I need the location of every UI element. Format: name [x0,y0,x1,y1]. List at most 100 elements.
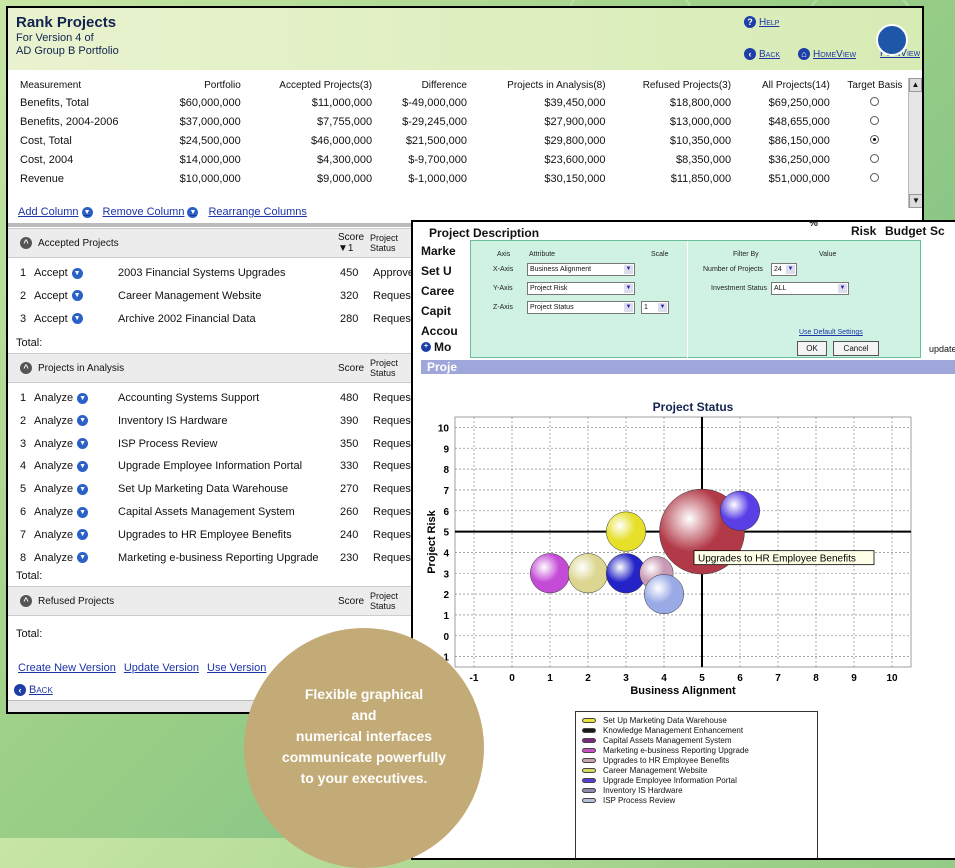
use-default-settings-link[interactable]: Use Default Settings [799,329,863,336]
project-row-label[interactable]: Set U [421,264,452,278]
project-action-dropdown[interactable]: Accept ▼ [34,267,83,279]
chart-bubble[interactable] [567,553,609,594]
project-row-label[interactable]: Marke [421,244,456,258]
project-action-dropdown[interactable]: Analyze ▼ [34,483,89,495]
measurement-column-header[interactable]: Difference [376,78,471,93]
target-basis-radio[interactable] [870,134,880,144]
more-link[interactable]: + Mo [421,340,451,354]
project-description-column[interactable]: Project Description [429,226,539,240]
schedule-column[interactable]: Sc [930,224,945,238]
chart-bubble[interactable] [643,574,685,615]
y-tick-label: 2 [443,590,449,601]
target-basis-radio[interactable] [870,96,880,106]
project-row-label[interactable]: Accou [421,324,458,338]
measurement-cell-accepted: $9,000,000 [317,172,373,185]
project-action-dropdown[interactable]: Analyze ▼ [34,506,89,518]
marketing-callout: Flexible graphical and numerical interfa… [244,628,484,868]
chart-bubble[interactable] [529,553,571,594]
measurement-column-header[interactable]: Measurement [16,78,155,93]
y-tick-label: 1 [443,611,449,622]
collapse-icon[interactable]: ^ [20,362,32,374]
project-name: Accounting Systems Support [118,392,260,404]
project-action-dropdown[interactable]: Analyze ▼ [34,552,89,564]
collapse-icon[interactable]: ^ [20,237,32,249]
project-action-dropdown[interactable]: Analyze ▼ [34,392,89,404]
project-action-dropdown[interactable]: Analyze ▼ [34,460,89,472]
measurement-cell-all: $86,150,000 [768,134,830,147]
z-scale-select[interactable]: 1 ▼ [641,301,669,314]
measurement-column-header[interactable]: Portfolio [155,78,245,93]
percent-column[interactable]: % [809,222,818,229]
homeview-link[interactable]: ⌂ HomeView [798,48,856,60]
remove-column-link[interactable]: Remove Column ▼ [103,206,199,218]
dropdown-icon: ▼ [77,460,89,472]
legend-label: Capital Assets Management System [603,735,732,745]
legend-item: Upgrades to HR Employee Benefits [582,755,817,765]
chart-bubble[interactable] [719,490,761,531]
measurement-cell-difference: $-1,000,000 [408,172,467,185]
num-projects-select[interactable]: 24 ▼ [771,263,797,276]
collapse-icon[interactable]: ^ [20,595,32,607]
risk-column[interactable]: Risk [851,224,876,238]
ok-button[interactable]: OK [797,341,827,356]
project-row-label[interactable]: Capit [421,304,451,318]
back-link[interactable]: ‹ Back [744,48,780,60]
project-action-dropdown[interactable]: Analyze ▼ [34,415,89,427]
measurement-column-header[interactable]: Projects in Analysis(8) [471,78,610,93]
measurement-cell-name: Revenue [20,172,65,185]
score-column-header[interactable]: Score [338,596,364,607]
measurement-column-header[interactable]: All Projects(14) [735,78,834,93]
analysis-total: Total: [16,570,43,582]
update-version-link[interactable]: Update Version [124,662,199,674]
project-action-dropdown[interactable]: Analyze ▼ [34,437,89,450]
project-action-label: Analyze [34,437,74,450]
help-link[interactable]: ? Help [744,16,779,28]
project-name: Marketing e-business Reporting Upgrade [118,551,319,564]
chart-bubble[interactable] [605,511,647,552]
add-column-link[interactable]: Add Column ▼ [18,206,93,218]
score-column-header[interactable]: Score [338,363,364,374]
project-row: 4 Analyze ▼ Upgrade Employee Information Po… [8,455,418,477]
z-axis-select[interactable]: Project Status ▼ [527,301,635,314]
target-basis-radio[interactable] [870,115,880,125]
project-action-dropdown[interactable]: Analyze ▼ [34,529,89,541]
investment-status-select[interactable]: ALL ▼ [771,282,849,295]
update-text: update [929,344,955,354]
cancel-button[interactable]: Cancel [833,341,879,356]
scroll-down-icon[interactable]: ▼ [909,194,922,208]
measurement-cell-name: Benefits, 2004-2006 [20,115,119,128]
use-version-link[interactable]: Use Version [207,662,266,674]
bottom-back-link[interactable]: ‹ Back [14,684,53,696]
sort-desc-icon[interactable]: ▼1 [338,243,353,254]
measurement-column-header[interactable]: Refused Projects(3) [610,78,736,93]
create-version-link[interactable]: Create New Version [18,662,116,674]
x-axis-value: Business Alignment [530,266,592,273]
y-axis-select[interactable]: Project Risk ▼ [527,282,635,295]
target-basis-cell [834,112,916,131]
rearrange-columns-link[interactable]: Rearrange Columns [208,206,306,218]
y-tick-label: 7 [443,486,449,497]
project-rank: 3 [20,312,27,325]
accepted-projects-header: ^ Accepted Projects Score ▼1 Project Status [8,228,418,258]
project-row-label[interactable]: Caree [421,284,454,298]
z-axis-value: Project Status [530,304,574,311]
legend-label: ISP Process Review [603,795,676,805]
measurement-column-header[interactable]: Target Basis [834,78,916,93]
x-axis-label: Business Alignment [630,685,736,697]
measurement-scrollbar[interactable]: ▲ ▼ [908,78,922,208]
measurement-cell-difference: $-9,700,000 [408,153,467,166]
x-axis-select[interactable]: Business Alignment ▼ [527,263,635,276]
legend-item: Inventory IS Hardware [582,785,817,795]
project-action-dropdown[interactable]: Accept ▼ [34,313,83,325]
budget-column[interactable]: Budget [885,224,926,238]
project-action-dropdown[interactable]: Accept ▼ [34,290,83,302]
measurement-cell-refused: $8,350,000 [676,153,732,166]
score-column-header[interactable]: Score ▼1 [338,232,364,254]
measurement-column-header[interactable]: Accepted Projects(3) [245,78,376,93]
target-basis-radio[interactable] [870,172,880,182]
more-label: Mo [434,340,452,354]
scroll-up-icon[interactable]: ▲ [909,78,922,92]
refused-total: Total: [16,628,43,640]
legend-item: Marketing e-business Reporting Upgrade [582,745,817,755]
target-basis-radio[interactable] [870,153,880,163]
